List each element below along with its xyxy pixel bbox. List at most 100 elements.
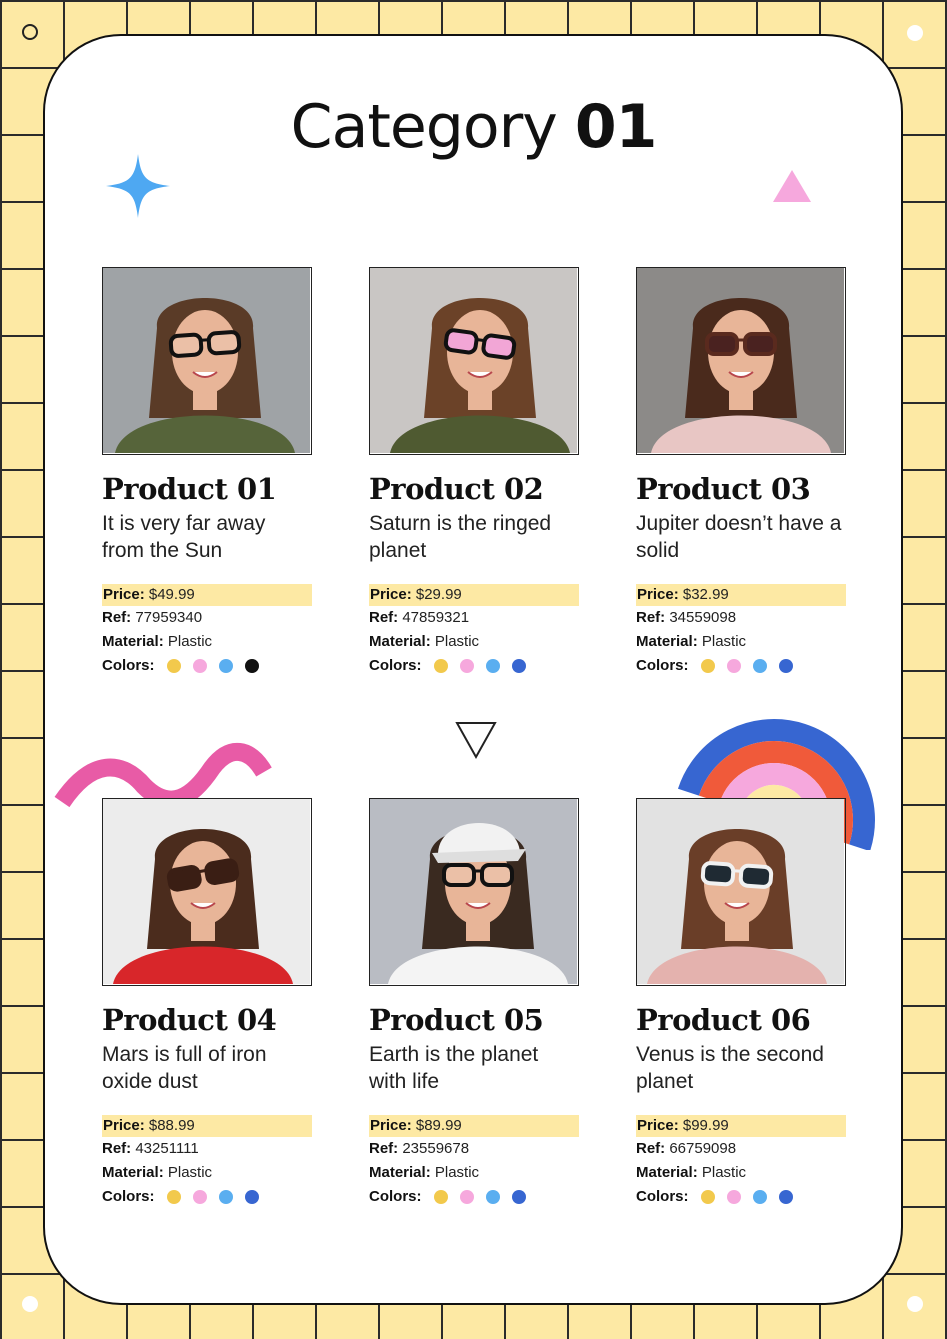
material-row: Material: Plastic (102, 630, 312, 654)
color-swatch-1[interactable] (166, 1190, 181, 1204)
price-row: Price: $88.99 (102, 1115, 312, 1137)
color-swatch-2[interactable] (192, 659, 207, 673)
color-swatch-3[interactable] (752, 1190, 767, 1204)
ref-row: Ref: 34559098 (636, 606, 846, 630)
price-label: Price: (637, 586, 679, 603)
price-value: $29.99 (415, 586, 462, 603)
down-triangle-outline-icon (455, 722, 497, 760)
color-swatch-1[interactable] (433, 659, 448, 673)
woman-red-bow-sunglasses-illustration (103, 799, 310, 984)
material-row: Material: Plastic (636, 1161, 846, 1185)
price-row: Price: $89.99 (369, 1115, 579, 1137)
title-bold: 01 (574, 92, 657, 162)
color-swatch-3[interactable] (752, 659, 767, 673)
color-swatch-4[interactable] (778, 1190, 793, 1204)
price-value: $32.99 (682, 586, 729, 603)
product-name: Product 02 (369, 472, 544, 506)
price-label: Price: (103, 586, 145, 603)
ref-label: Ref: (102, 1140, 132, 1157)
ref-row: Ref: 43251111 (102, 1137, 312, 1161)
color-swatch-2[interactable] (726, 659, 741, 673)
color-swatch-1[interactable] (700, 1190, 715, 1204)
woman-red-bow-sunglasses-photo[interactable] (102, 798, 312, 986)
product-card-6[interactable]: Product 06 Venus is the second planet Pr… (636, 798, 846, 1209)
color-swatch-2[interactable] (192, 1190, 207, 1204)
material-label: Material: (636, 1164, 698, 1181)
product-name: Product 03 (636, 472, 811, 506)
ref-label: Ref: (369, 1140, 399, 1157)
color-swatch-1[interactable] (433, 1190, 448, 1204)
corner-dot-bottom-right (907, 1296, 923, 1312)
material-value: Plastic (167, 633, 213, 650)
ref-value: 47859321 (402, 609, 470, 626)
price-value: $99.99 (682, 1117, 729, 1134)
product-card-4[interactable]: Product 04 Mars is full of iron oxide du… (102, 798, 312, 1209)
material-value: Plastic (167, 1164, 213, 1181)
color-swatch-4[interactable] (244, 659, 259, 673)
colors-label: Colors: (102, 657, 155, 674)
product-specs: Price: $29.99 Ref: 47859321 Material: Pl… (369, 584, 579, 678)
product-description: Venus is the second planet (636, 1043, 824, 1093)
product-name: Product 04 (102, 1003, 277, 1037)
price-row: Price: $32.99 (636, 584, 846, 606)
product-card-2[interactable]: Product 02 Saturn is the ringed planet P… (369, 267, 579, 678)
color-swatch-3[interactable] (218, 659, 233, 673)
material-label: Material: (636, 633, 698, 650)
woman-white-sunglasses-photo[interactable] (636, 798, 846, 986)
color-swatch-4[interactable] (244, 1190, 259, 1204)
colors-label: Colors: (102, 1188, 155, 1205)
ref-value: 77959340 (135, 609, 203, 626)
color-swatch-4[interactable] (511, 659, 526, 673)
ref-value: 34559098 (669, 609, 737, 626)
ref-row: Ref: 23559678 (369, 1137, 579, 1161)
product-card-1[interactable]: Product 01 It is very far away from the … (102, 267, 312, 678)
price-row: Price: $49.99 (102, 584, 312, 606)
product-card-3[interactable]: Product 03 Jupiter doesn’t have a solid … (636, 267, 846, 678)
color-swatch-3[interactable] (485, 659, 500, 673)
color-swatch-4[interactable] (511, 1190, 526, 1204)
price-label: Price: (637, 1117, 679, 1134)
corner-dot-bottom-left (22, 1296, 38, 1312)
color-swatch-3[interactable] (485, 1190, 500, 1204)
ref-row: Ref: 47859321 (369, 606, 579, 630)
color-swatch-2[interactable] (459, 1190, 474, 1204)
material-row: Material: Plastic (369, 1161, 579, 1185)
product-description: Mars is full of iron oxide dust (102, 1043, 267, 1093)
ref-value: 43251111 (135, 1140, 199, 1157)
product-specs: Price: $32.99 Ref: 34559098 Material: Pl… (636, 584, 846, 678)
material-value: Plastic (701, 633, 747, 650)
material-label: Material: (369, 1164, 431, 1181)
woman-black-eyeglasses-illustration (103, 268, 310, 453)
price-label: Price: (370, 586, 412, 603)
ref-row: Ref: 66759098 (636, 1137, 846, 1161)
price-value: $88.99 (148, 1117, 195, 1134)
material-label: Material: (102, 1164, 164, 1181)
sparkle-star-icon (106, 154, 170, 218)
material-row: Material: Plastic (102, 1161, 312, 1185)
material-row: Material: Plastic (636, 630, 846, 654)
colors-row: Colors: (102, 654, 312, 678)
price-value: $89.99 (415, 1117, 462, 1134)
colors-row: Colors: (636, 654, 846, 678)
colors-label: Colors: (369, 1188, 422, 1205)
ref-value: 66759098 (669, 1140, 737, 1157)
color-swatch-2[interactable] (726, 1190, 741, 1204)
woman-white-sunglasses-illustration (637, 799, 844, 984)
color-swatch-1[interactable] (166, 659, 181, 673)
corner-dot-top-right (907, 25, 923, 41)
woman-pink-sunglasses-photo[interactable] (369, 267, 579, 455)
color-swatch-3[interactable] (218, 1190, 233, 1204)
product-specs: Price: $49.99 Ref: 77959340 Material: Pl… (102, 584, 312, 678)
woman-black-eyeglasses-photo[interactable] (102, 267, 312, 455)
color-swatch-2[interactable] (459, 659, 474, 673)
title-regular: Category (290, 92, 558, 162)
woman-brown-sunglasses-photo[interactable] (636, 267, 846, 455)
color-swatch-4[interactable] (778, 659, 793, 673)
colors-row: Colors: (369, 1185, 579, 1209)
price-row: Price: $29.99 (369, 584, 579, 606)
material-label: Material: (369, 633, 431, 650)
man-white-cap-eyeglasses-photo[interactable] (369, 798, 579, 986)
color-swatch-1[interactable] (700, 659, 715, 673)
product-card-5[interactable]: Product 05 Earth is the planet with life… (369, 798, 579, 1209)
product-specs: Price: $99.99 Ref: 66759098 Material: Pl… (636, 1115, 846, 1209)
